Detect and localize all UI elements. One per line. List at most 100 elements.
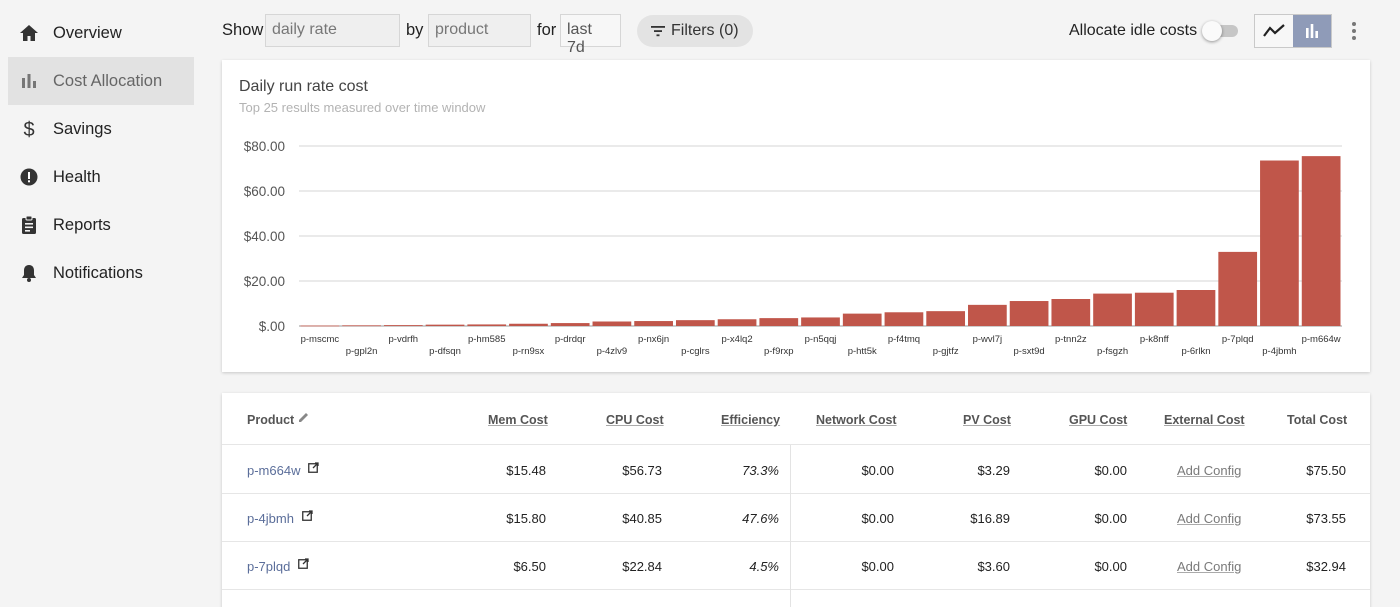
- sidebar-item-cost-allocation[interactable]: Cost Allocation: [8, 57, 194, 105]
- home-icon: [19, 23, 39, 43]
- efficiency-cell: 4.5%: [749, 559, 779, 574]
- header-product[interactable]: Product: [247, 413, 294, 427]
- x-tick-label: p-wvl7j: [973, 334, 1003, 345]
- table-header: Product Mem Cost CPU Cost Efficiency Net…: [222, 393, 1370, 445]
- bar-chart-view-button[interactable]: [1293, 15, 1331, 47]
- efficiency-cell: 47.6%: [742, 511, 779, 526]
- sidebar-item-label: Reports: [53, 215, 111, 234]
- header-network-cost[interactable]: Network Cost: [816, 413, 897, 427]
- open-external-icon[interactable]: [302, 510, 313, 521]
- header-total-cost[interactable]: Total Cost: [1287, 413, 1347, 427]
- x-tick-label: p-f4tmq: [888, 334, 920, 345]
- filters-label: Filters (0): [671, 22, 739, 39]
- show-select[interactable]: daily rate: [265, 14, 400, 47]
- bar: [1301, 156, 1341, 326]
- y-tick-label: $40.00: [244, 229, 285, 244]
- sidebar-item-health[interactable]: Health: [8, 153, 194, 201]
- header-cpu-cost[interactable]: CPU Cost: [606, 413, 664, 427]
- bar: [1093, 293, 1132, 326]
- x-tick-label: p-4jbmh: [1262, 346, 1296, 357]
- svg-text:$: $: [23, 119, 34, 139]
- bar: [968, 304, 1007, 326]
- header-mem-cost[interactable]: Mem Cost: [488, 413, 548, 427]
- x-tick-label: p-m664w: [1302, 334, 1341, 345]
- y-tick-label: $.00: [259, 319, 285, 334]
- x-tick-label: p-hm585: [468, 334, 506, 345]
- sidebar-item-label: Cost Allocation: [53, 71, 163, 90]
- efficiency-cell: 73.3%: [742, 463, 779, 478]
- time-window-select[interactable]: last 7d: [560, 14, 621, 56]
- x-tick-label: p-cglrs: [681, 346, 710, 357]
- x-tick-label: p-f9rxp: [764, 346, 794, 357]
- pv-cost-cell: $3.29: [977, 463, 1010, 478]
- sidebar-item-overview[interactable]: Overview: [8, 9, 194, 57]
- open-external-icon[interactable]: [298, 558, 309, 569]
- network-cost-cell: $0.00: [861, 463, 894, 478]
- x-tick-label: p-tnn2z: [1055, 334, 1087, 345]
- bar: [717, 319, 757, 326]
- filters-button[interactable]: Filters (0): [637, 15, 753, 47]
- total-cost-cell: $75.50: [1306, 463, 1346, 478]
- product-link[interactable]: p-m664w: [247, 463, 300, 478]
- mem-cost-cell: $6.50: [513, 559, 546, 574]
- chart-view-toggle: [1254, 14, 1332, 48]
- product-link[interactable]: p-4jbmh: [247, 511, 294, 526]
- mem-cost-cell: $15.48: [506, 463, 546, 478]
- dollar-icon: $: [19, 119, 39, 139]
- edit-icon[interactable]: [298, 411, 310, 423]
- bar: [675, 320, 715, 326]
- add-config-link[interactable]: Add Config: [1177, 511, 1241, 526]
- allocate-idle-toggle[interactable]: [1202, 21, 1240, 41]
- sidebar-item-reports[interactable]: Reports: [8, 201, 194, 249]
- x-tick-label: p-gjtfz: [933, 346, 959, 357]
- add-config-link[interactable]: Add Config: [1177, 463, 1241, 478]
- bar: [1051, 299, 1091, 326]
- header-external-cost[interactable]: External Cost: [1164, 413, 1245, 427]
- cost-table: Product Mem Cost CPU Cost Efficiency Net…: [222, 393, 1370, 607]
- header-efficiency[interactable]: Efficiency: [721, 413, 780, 427]
- table-row[interactable]: p-4jbmh $15.80 $40.85 47.6% $0.00 $16.89…: [222, 494, 1370, 542]
- bar: [801, 317, 840, 326]
- header-gpu-cost[interactable]: GPU Cost: [1069, 413, 1127, 427]
- y-tick-label: $20.00: [244, 274, 285, 289]
- x-tick-label: p-k8nff: [1140, 334, 1169, 345]
- network-cost-cell: $0.00: [861, 559, 894, 574]
- sidebar-item-label: Savings: [53, 119, 112, 138]
- chart-card: Daily run rate cost Top 25 results measu…: [222, 60, 1370, 372]
- column-divider: [790, 445, 791, 607]
- x-tick-label: p-vdrfh: [389, 334, 419, 345]
- pv-cost-cell: $16.89: [970, 511, 1010, 526]
- y-tick-label: $60.00: [244, 184, 285, 199]
- header-pv-cost[interactable]: PV Cost: [963, 413, 1011, 427]
- x-tick-label: p-mscmc: [301, 334, 340, 345]
- gpu-cost-cell: $0.00: [1094, 559, 1127, 574]
- bar: [509, 323, 548, 326]
- x-tick-label: p-drdqr: [555, 334, 586, 345]
- by-select[interactable]: product: [428, 14, 531, 47]
- table-row[interactable]: p-m664w $15.48 $56.73 73.3% $0.00 $3.29 …: [222, 446, 1370, 494]
- for-label: for: [537, 21, 557, 39]
- x-tick-label: p-fsgzh: [1097, 346, 1128, 357]
- cpu-cost-cell: $56.73: [622, 463, 662, 478]
- table-row[interactable]: p-7plqd $6.50 $22.84 4.5% $0.00 $3.60 $0…: [222, 542, 1370, 590]
- sidebar-item-label: Overview: [53, 23, 122, 42]
- bar: [1260, 160, 1299, 326]
- add-config-link[interactable]: Add Config: [1177, 559, 1241, 574]
- cost-bar-chart: $.00 $20.00 $40.00 $60.00 $80.00 p-mscmc p-gpl…: [244, 139, 1342, 357]
- sidebar-item-notifications[interactable]: Notifications: [8, 249, 194, 297]
- sidebar: Overview Cost Allocation $ Savings Healt…: [0, 0, 200, 607]
- alert-circle-icon: [19, 167, 39, 187]
- bar: [425, 324, 465, 326]
- mem-cost-cell: $15.80: [506, 511, 546, 526]
- open-external-icon[interactable]: [308, 462, 319, 473]
- product-link[interactable]: p-7plqd: [247, 559, 290, 574]
- sidebar-item-savings[interactable]: $ Savings: [8, 105, 194, 153]
- bar: [1176, 290, 1216, 326]
- x-tick-label: p-dfsqn: [429, 346, 461, 357]
- bell-icon: [19, 263, 39, 283]
- line-chart-view-button[interactable]: [1255, 15, 1293, 47]
- bar: [1009, 301, 1049, 326]
- x-tick-label: p-rn9sx: [513, 346, 545, 357]
- bar: [926, 311, 966, 326]
- more-options-icon[interactable]: [1346, 20, 1362, 42]
